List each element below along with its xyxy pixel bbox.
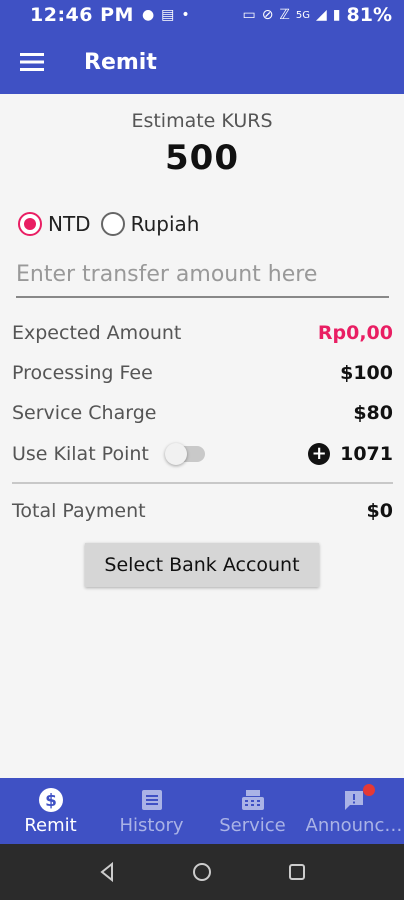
hamburger-menu-icon bbox=[20, 53, 44, 71]
vibrate-icon: ▭ bbox=[242, 7, 256, 23]
service-charge-value: $80 bbox=[353, 402, 393, 424]
nav-label-service: Service bbox=[219, 814, 286, 836]
nav-item-history[interactable]: History bbox=[101, 778, 202, 844]
dot-icon: • bbox=[181, 7, 190, 23]
remit-form: Estimate KURS 500 NTD Rupiah Expected Am… bbox=[0, 94, 404, 778]
radio-option-ntd[interactable]: NTD bbox=[18, 212, 91, 236]
signal-icon: ◢ bbox=[316, 7, 327, 23]
dollar-icon: $ bbox=[38, 787, 64, 813]
expected-amount-value: Rp0,00 bbox=[317, 322, 393, 344]
kilat-point-value: 1071 bbox=[340, 443, 393, 465]
notification-badge bbox=[363, 784, 375, 796]
status-bar: 12:46 PM ● ▤ • ▭ ⊘ ℤ 5G ◢ ▮ 81% bbox=[0, 0, 404, 30]
currency-radio-group: NTD Rupiah bbox=[18, 212, 209, 236]
news-icon: ▤ bbox=[161, 7, 175, 23]
page-title: Remit bbox=[84, 49, 157, 75]
processing-fee-value: $100 bbox=[340, 362, 393, 384]
total-payment-label: Total Payment bbox=[12, 500, 146, 522]
expected-amount-label: Expected Amount bbox=[12, 322, 182, 344]
add-circle-icon[interactable]: + bbox=[308, 443, 331, 465]
mute-icon: ⊘ bbox=[261, 7, 274, 23]
bluetooth-icon: ℤ bbox=[279, 7, 290, 23]
nav-item-service[interactable]: Service bbox=[202, 778, 303, 844]
battery-percent: 81% bbox=[346, 4, 392, 26]
system-nav-bar bbox=[0, 844, 404, 900]
recents-icon[interactable] bbox=[286, 861, 308, 883]
home-icon[interactable] bbox=[191, 861, 213, 883]
processing-fee-row: Processing Fee $100 bbox=[12, 357, 393, 389]
battery-icon: ▮ bbox=[332, 7, 341, 23]
radio-button-unchecked[interactable] bbox=[100, 212, 125, 236]
expected-amount-row: Expected Amount Rp0,00 bbox=[12, 317, 393, 349]
list-icon bbox=[139, 787, 165, 813]
nav-item-remit[interactable]: $ Remit bbox=[0, 778, 101, 844]
nav-item-announcement[interactable]: Announc… bbox=[303, 778, 404, 844]
kilat-point-row: Use Kilat Point + 1071 bbox=[12, 438, 393, 470]
radio-option-rupiah[interactable]: Rupiah bbox=[100, 212, 200, 236]
radio-button-checked[interactable] bbox=[18, 212, 42, 236]
kilat-point-label: Use Kilat Point bbox=[12, 443, 149, 465]
radio-label-rupiah: Rupiah bbox=[130, 212, 200, 236]
status-time: 12:46 PM bbox=[30, 4, 134, 26]
total-payment-row: Total Payment $0 bbox=[12, 495, 393, 527]
back-icon[interactable] bbox=[96, 861, 118, 883]
menu-button[interactable] bbox=[0, 30, 64, 94]
total-payment-value: $0 bbox=[366, 500, 393, 522]
kilat-point-toggle[interactable] bbox=[164, 443, 205, 465]
estimate-kurs-label: Estimate KURS bbox=[131, 110, 273, 132]
svg-text:$: $ bbox=[45, 791, 57, 811]
select-bank-account-button[interactable]: Select Bank Account bbox=[85, 543, 319, 587]
bottom-nav: $ Remit History Service Announc… bbox=[0, 778, 404, 844]
nav-label-announcement: Announc… bbox=[305, 814, 402, 836]
network-label: 5G bbox=[295, 9, 311, 21]
radio-label-ntd: NTD bbox=[48, 212, 91, 236]
chat-icon: ● bbox=[141, 7, 155, 23]
estimate-kurs-value: 500 bbox=[165, 138, 239, 178]
divider bbox=[12, 482, 393, 484]
service-charge-row: Service Charge $80 bbox=[12, 397, 393, 429]
nav-label-remit: Remit bbox=[24, 814, 77, 836]
nav-label-history: History bbox=[119, 814, 184, 836]
register-icon bbox=[240, 787, 266, 813]
service-charge-label: Service Charge bbox=[12, 402, 157, 424]
processing-fee-label: Processing Fee bbox=[12, 362, 153, 384]
app-bar: Remit bbox=[0, 30, 404, 94]
transfer-amount-input[interactable] bbox=[16, 254, 389, 298]
